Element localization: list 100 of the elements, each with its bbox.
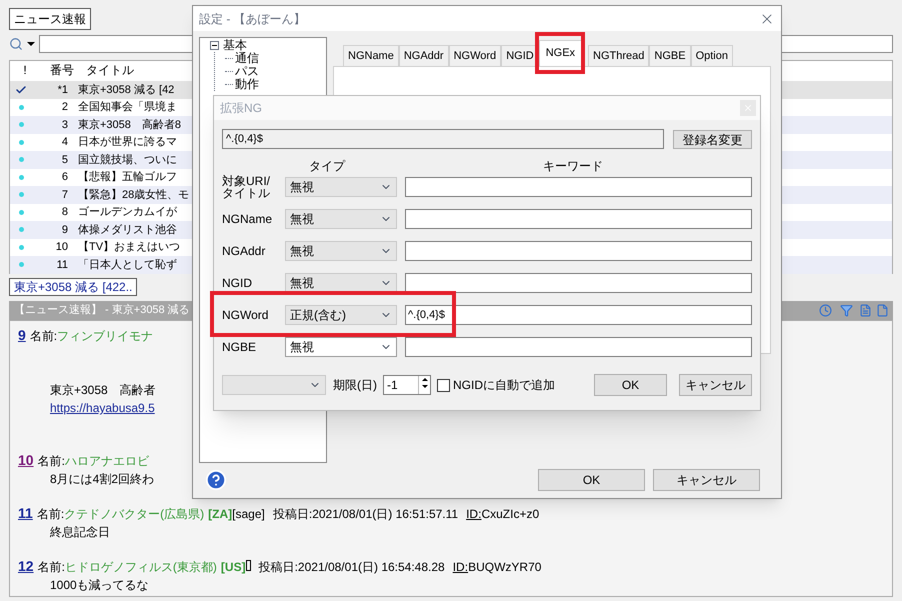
highlight-frame [535,32,585,74]
thread-number: 3 [60,118,69,132]
dialog-button[interactable]: OK [538,469,645,491]
post-link[interactable]: https://hayabusa9.5 [50,399,155,417]
poster-name: フィンブリイモナ [57,328,154,345]
thread-title: 東京+3058 高齢者8 [77,118,182,132]
filter-label: NGID [222,277,253,289]
rename-button[interactable]: 登録名変更 [673,130,752,148]
column-header: キーワード [543,158,603,175]
filter-label: NGWord [222,309,270,321]
thread-title: 日本が世界に誇るマ [77,135,177,150]
column-header: タイプ [309,158,345,175]
keyword-field[interactable] [405,337,752,357]
dialog-button[interactable]: キャンセル [679,374,752,396]
spin-down-icon[interactable] [422,385,428,388]
thread-number: 7 [60,188,69,202]
settings-tab[interactable]: NGAddr [398,45,449,66]
settings-tab[interactable]: NGName [343,45,399,66]
dialog-title: 設定 - 【あぼーん】 [199,10,306,28]
thread-title: ゴールデンカムイが [77,205,177,220]
thread-tab[interactable]: 東京+3058 減る [422.. [9,278,138,296]
type-dropdown[interactable]: 無視 [285,209,397,229]
thread-number: 5 [60,152,69,168]
settings-tab[interactable]: NGWord [448,45,502,66]
keyword-field[interactable] [405,177,752,197]
check-icon [15,84,27,96]
column-header[interactable]: タイトル [78,61,134,79]
filter-label: NGName [222,213,274,225]
post-number[interactable]: 10 [18,451,34,469]
name-label: 名前: [36,506,64,523]
keyword-field[interactable] [405,273,752,293]
search-icon[interactable] [9,37,23,51]
thread-title: 【緊急】28歳女性、モ [77,188,190,202]
type-dropdown[interactable]: 正規(含む) [285,305,397,325]
keyword-field[interactable]: ^.{0,4}$ [405,305,752,325]
checkbox-label: NGIDに自動で追加 [453,377,555,394]
post-date: 投稿日:2021/08/01(日) 16:51:57.11 [272,506,458,523]
dropdown-caret-icon[interactable] [27,42,35,46]
column-header[interactable]: ! [10,61,40,79]
post-text: 終息記念日 [50,524,110,541]
dialog-title: 拡張NG [220,100,262,117]
thread-number: 11 [56,258,69,272]
thread-number: 10 [54,240,69,255]
spin-up-icon[interactable] [422,378,428,381]
dialog-button[interactable]: OK [594,374,667,396]
region-tag: [ZA] [208,505,232,523]
expiry-label: 期限(日) [333,377,377,394]
type-dropdown[interactable]: 無視 [285,241,397,261]
collapse-icon[interactable] [210,41,219,50]
post-number[interactable]: 9 [18,326,26,344]
help-icon[interactable] [205,469,227,491]
tree-item[interactable]: 基本 [223,39,247,52]
settings-tab[interactable]: NGThread [588,45,650,66]
filter-icon[interactable] [840,304,853,317]
thread-number: 2 [60,100,69,115]
post-id: CxuZIc+z0 [481,506,540,523]
filter-label: NGAddr [222,245,266,257]
poster-name: ヒドロゲノフィルス(東京都) [64,559,217,576]
name-label: 名前: [30,328,58,345]
tree-item[interactable]: パス [235,65,259,78]
type-dropdown[interactable]: 無視 [285,273,397,293]
region-tag: [US] [220,558,246,576]
poster-name: ハロアナエロビ [64,453,149,470]
post-number[interactable]: 12 [18,557,34,575]
tree-item[interactable]: 動作 [235,78,259,91]
poster-name: クテドノバクター(広島県) [64,506,204,523]
name-label: 名前: [38,559,65,576]
thread-title: 国立競技場、ついに [77,152,177,168]
thread-number: 6 [60,170,69,185]
keyword-field[interactable] [405,209,752,229]
filter-label: NGBE [222,341,258,353]
type-dropdown[interactable]: 無視 [285,337,397,357]
post-date: 投稿日:2021/08/01(日) 16:54:48.28 [258,559,445,576]
thread-number: 8 [60,205,69,220]
post-number[interactable]: 11 [18,504,33,522]
board-tab[interactable]: ニュース速報 [9,8,91,30]
thread-title: 東京+3058 減る [42 [77,82,174,98]
id-link[interactable]: ID: [466,505,482,523]
missing-glyph-icon [246,560,251,571]
name-field[interactable]: ^.{0,4}$ [222,129,664,149]
id-link[interactable]: ID: [452,558,468,576]
post-text: 東京+3058 高齢者 [50,382,156,399]
thread-header-title: 【ニュース速報】 - 東京+3058 減る [14,302,190,318]
settings-tab[interactable]: NGEx [538,40,582,66]
thread-title: 体操メダリスト池谷 [77,222,177,238]
type-dropdown[interactable]: 無視 [285,177,397,197]
settings-tab[interactable]: Option [690,45,733,66]
keyword-field[interactable] [405,241,752,261]
column-header[interactable]: 番号 [40,61,78,79]
expiry-spinner[interactable]: -1 [383,375,431,395]
dialog-button[interactable]: キャンセル [653,469,760,491]
filter-label: 対象URI/ タイトル [222,175,271,199]
auto-ngid-checkbox[interactable] [437,378,450,392]
thread-title: 「日本人として恥ず [77,258,177,272]
mail-field: [sage] [232,505,265,523]
thread-number: *1 [56,82,69,98]
thread-title: 【悲報】五輪ゴルフ [77,170,177,185]
post-text: 8月には4割2回終わ [50,471,154,488]
tree-item[interactable]: 通信 [235,52,259,65]
settings-tab[interactable]: NGBE [649,45,691,66]
